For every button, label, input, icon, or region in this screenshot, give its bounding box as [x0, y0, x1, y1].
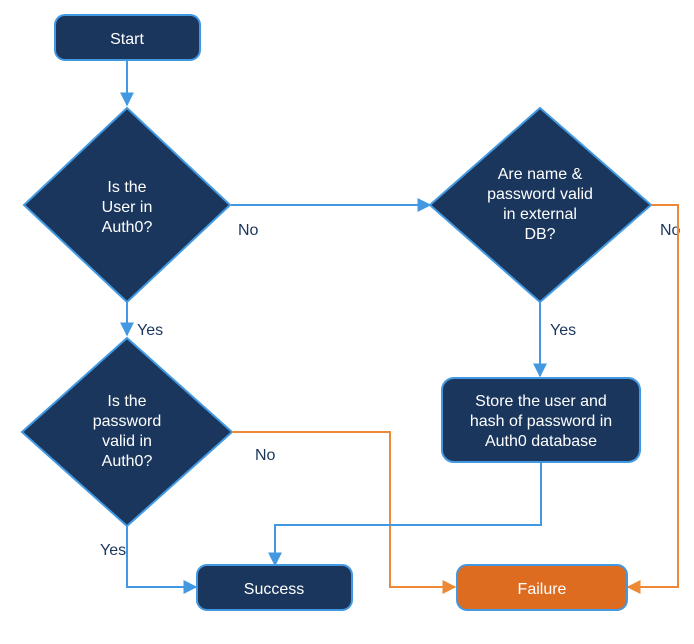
svg-text:Store the user and: Store the user and — [475, 393, 607, 410]
failure-label: Failure — [518, 581, 567, 598]
svg-text:DB?: DB? — [524, 226, 555, 243]
svg-text:Auth0?: Auth0? — [102, 453, 153, 470]
connector-d3-success — [127, 526, 196, 587]
store-node: Store the user and hash of password in A… — [442, 378, 640, 462]
decision-external-db: Are name & password valid in external DB… — [430, 108, 651, 302]
svg-text:valid in: valid in — [102, 433, 152, 450]
success-node: Success — [197, 565, 352, 610]
decision-user-in-auth0: Is the User in Auth0? — [24, 108, 230, 302]
start-node: Start — [55, 15, 200, 60]
svg-text:Is the: Is the — [107, 393, 146, 410]
edge-d2-yes-label: Yes — [550, 322, 576, 339]
svg-text:password valid: password valid — [487, 186, 593, 203]
edge-d1-yes-label: Yes — [137, 322, 163, 339]
connector-store-success — [275, 462, 541, 565]
svg-text:Auth0 database: Auth0 database — [485, 433, 597, 450]
svg-text:User in: User in — [102, 199, 153, 216]
edge-d3-no-label: No — [255, 447, 276, 464]
start-label: Start — [110, 31, 144, 48]
decision-password-auth0: Is the password valid in Auth0? — [22, 338, 232, 526]
svg-text:Auth0?: Auth0? — [102, 219, 153, 236]
flowchart: Start Is the User in Auth0? No Are name … — [0, 0, 694, 644]
svg-text:in external: in external — [503, 206, 577, 223]
svg-text:Are name &: Are name & — [498, 166, 583, 183]
failure-node: Failure — [457, 565, 627, 610]
svg-text:hash of password in: hash of password in — [470, 413, 612, 430]
svg-text:password: password — [93, 413, 161, 430]
success-label: Success — [244, 581, 304, 598]
edge-d3-yes-label: Yes — [100, 542, 126, 559]
svg-text:Is the: Is the — [107, 179, 146, 196]
edge-d1-no-label: No — [238, 222, 259, 239]
